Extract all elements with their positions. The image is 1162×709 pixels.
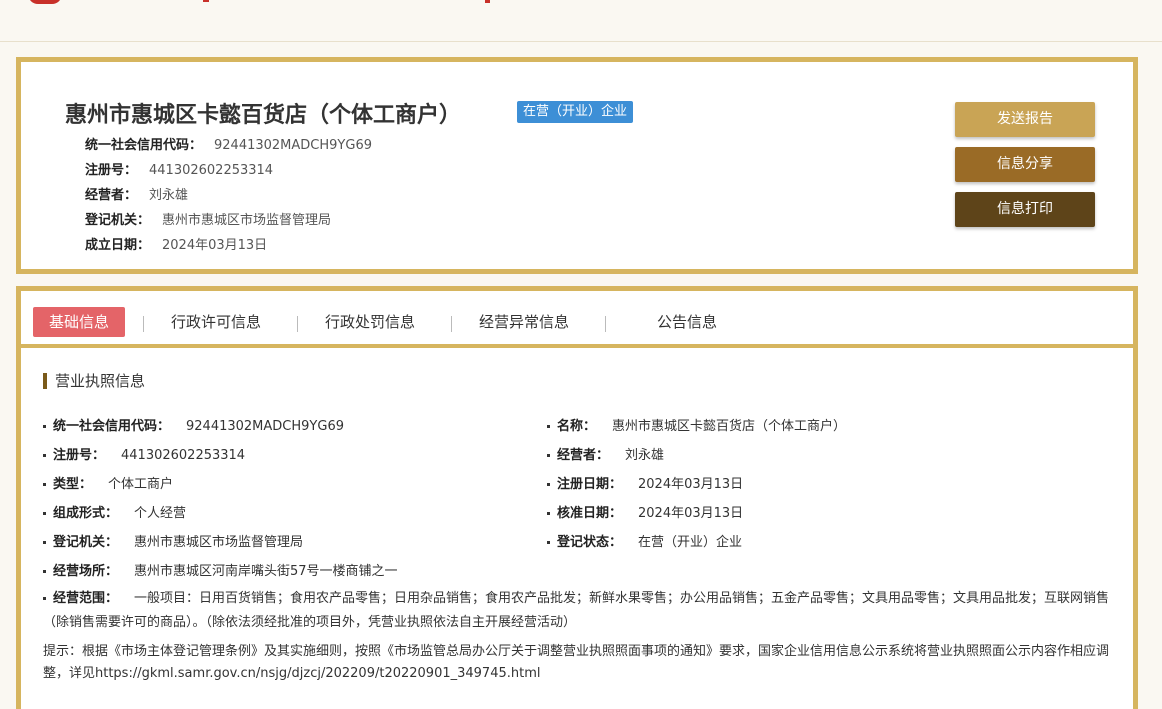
field-operator: 经营者： 刘永雄 — [547, 444, 664, 463]
section-title: 营业执照信息 — [43, 373, 145, 389]
summary-label: 统一社会信用代码： — [85, 138, 203, 153]
bullet-dot — [43, 512, 46, 515]
notice-tip: 提示：根据《市场主体登记管理条例》及其实施细则，按照《市场监管总局办公厅关于调整… — [43, 644, 1110, 681]
scope-label: 经营范围： — [53, 591, 119, 606]
field-value: 441302602253314 — [121, 448, 246, 463]
field-authority: 登记机关： 惠州市惠城区市场监督管理局 — [43, 531, 303, 550]
field-value: 2024年03月13日 — [638, 506, 744, 521]
tab-divider — [297, 316, 298, 332]
summary-label: 成立日期： — [85, 238, 151, 253]
field-approval-date: 核准日期： 2024年03月13日 — [547, 502, 743, 521]
field-value: 92441302MADCH9YG69 — [186, 419, 344, 434]
top-header — [0, 0, 1162, 42]
site-logo — [28, 0, 62, 4]
field-label: 组成形式： — [53, 506, 119, 521]
summary-label: 注册号： — [85, 163, 138, 178]
field-value: 刘永雄 — [625, 448, 665, 463]
bullet-dot — [547, 425, 550, 428]
bullet-dot — [43, 425, 46, 428]
bullet-dot — [547, 483, 550, 486]
tab-divider — [605, 316, 606, 332]
summary-established: 成立日期： 2024年03月13日 — [85, 234, 267, 253]
field-label: 经营者： — [557, 448, 610, 463]
summary-value: 刘永雄 — [149, 188, 189, 203]
field-name: 名称： 惠州市惠城区卡懿百货店（个体工商户） — [547, 415, 846, 434]
header-fragment — [485, 0, 490, 3]
summary-label: 经营者： — [85, 188, 138, 203]
detail-card: 基础信息 行政许可信息 行政处罚信息 经营异常信息 公告信息 营业执照信息 统一… — [16, 286, 1138, 709]
summary-authority: 登记机关： 惠州市惠城区市场监督管理局 — [85, 209, 331, 228]
tab-admin-license[interactable]: 行政许可信息 — [171, 307, 261, 337]
field-label: 类型： — [53, 477, 93, 492]
field-value: 个体工商户 — [108, 477, 174, 492]
summary-value: 441302602253314 — [149, 163, 274, 178]
tab-abnormal-operation[interactable]: 经营异常信息 — [479, 307, 569, 337]
tab-basic-info[interactable]: 基础信息 — [33, 307, 126, 337]
bullet-dot — [43, 570, 46, 573]
bullet-dot — [547, 512, 550, 515]
bullet-dot — [43, 454, 46, 457]
field-value: 在营（开业）企业 — [638, 535, 743, 550]
field-reg-number: 注册号： 441302602253314 — [43, 444, 245, 463]
field-reg-date: 注册日期： 2024年03月13日 — [547, 473, 743, 492]
company-name: 惠州市惠城区卡懿百货店（个体工商户） — [65, 103, 462, 128]
share-info-button[interactable]: 信息分享 — [955, 147, 1095, 182]
send-report-button[interactable]: 发送报告 — [955, 102, 1095, 137]
field-composition: 组成形式： 个人经营 — [43, 502, 186, 521]
bullet-dot — [43, 483, 46, 486]
field-value: 个人经营 — [134, 506, 187, 521]
field-label: 统一社会信用代码： — [53, 419, 171, 434]
summary-operator: 经营者： 刘永雄 — [85, 184, 188, 203]
field-value: 惠州市惠城区河南岸嘴头街57号一楼商铺之一 — [134, 564, 398, 579]
status-badge: 在营（开业）企业 — [517, 101, 634, 123]
field-credit-code: 统一社会信用代码： 92441302MADCH9YG69 — [43, 415, 344, 434]
field-label: 登记状态： — [557, 535, 623, 550]
summary-credit-code: 统一社会信用代码： 92441302MADCH9YG69 — [85, 134, 372, 153]
tab-divider — [143, 316, 144, 332]
print-info-button[interactable]: 信息打印 — [955, 192, 1095, 227]
summary-value: 惠州市惠城区市场监督管理局 — [162, 213, 332, 228]
summary-value: 2024年03月13日 — [162, 238, 268, 253]
field-premises: 经营场所： 惠州市惠城区河南岸嘴头街57号一楼商铺之一 — [43, 560, 398, 579]
summary-label: 登记机关： — [85, 213, 151, 228]
field-value: 惠州市惠城区卡懿百货店（个体工商户） — [612, 419, 847, 434]
bullet-dot — [43, 541, 46, 544]
scope-value: 一般项目：日用百货销售；食用农产品零售；日用杂品销售；食用农产品批发；新鲜水果零… — [43, 591, 1110, 630]
field-value: 2024年03月13日 — [638, 477, 744, 492]
business-scope: 经营范围： 一般项目：日用百货销售；食用农产品零售；日用杂品销售；食用农产品批发；… — [43, 587, 1117, 635]
field-type: 类型： 个体工商户 — [43, 473, 173, 492]
bullet-dot — [547, 541, 550, 544]
bullet-dot — [547, 454, 550, 457]
tab-admin-penalty[interactable]: 行政处罚信息 — [325, 307, 415, 337]
field-label: 登记机关： — [53, 535, 119, 550]
field-label: 注册号： — [53, 448, 106, 463]
tab-bar: 基础信息 行政许可信息 行政处罚信息 经营异常信息 公告信息 — [21, 291, 1133, 348]
header-fragment — [203, 0, 209, 2]
field-label: 核准日期： — [557, 506, 623, 521]
field-label: 经营场所： — [53, 564, 119, 579]
company-summary-card: 惠州市惠城区卡懿百货店（个体工商户） 在营（开业）企业 统一社会信用代码： 924… — [16, 57, 1138, 274]
field-value: 惠州市惠城区市场监督管理局 — [134, 535, 304, 550]
tab-divider — [451, 316, 452, 332]
field-label: 名称： — [557, 419, 597, 434]
tab-announcements[interactable]: 公告信息 — [657, 307, 717, 337]
field-status: 登记状态： 在营（开业）企业 — [547, 531, 742, 550]
field-label: 注册日期： — [557, 477, 623, 492]
summary-reg-number: 注册号： 441302602253314 — [85, 159, 273, 178]
bullet-dot — [43, 597, 46, 600]
summary-value: 92441302MADCH9YG69 — [214, 138, 372, 153]
